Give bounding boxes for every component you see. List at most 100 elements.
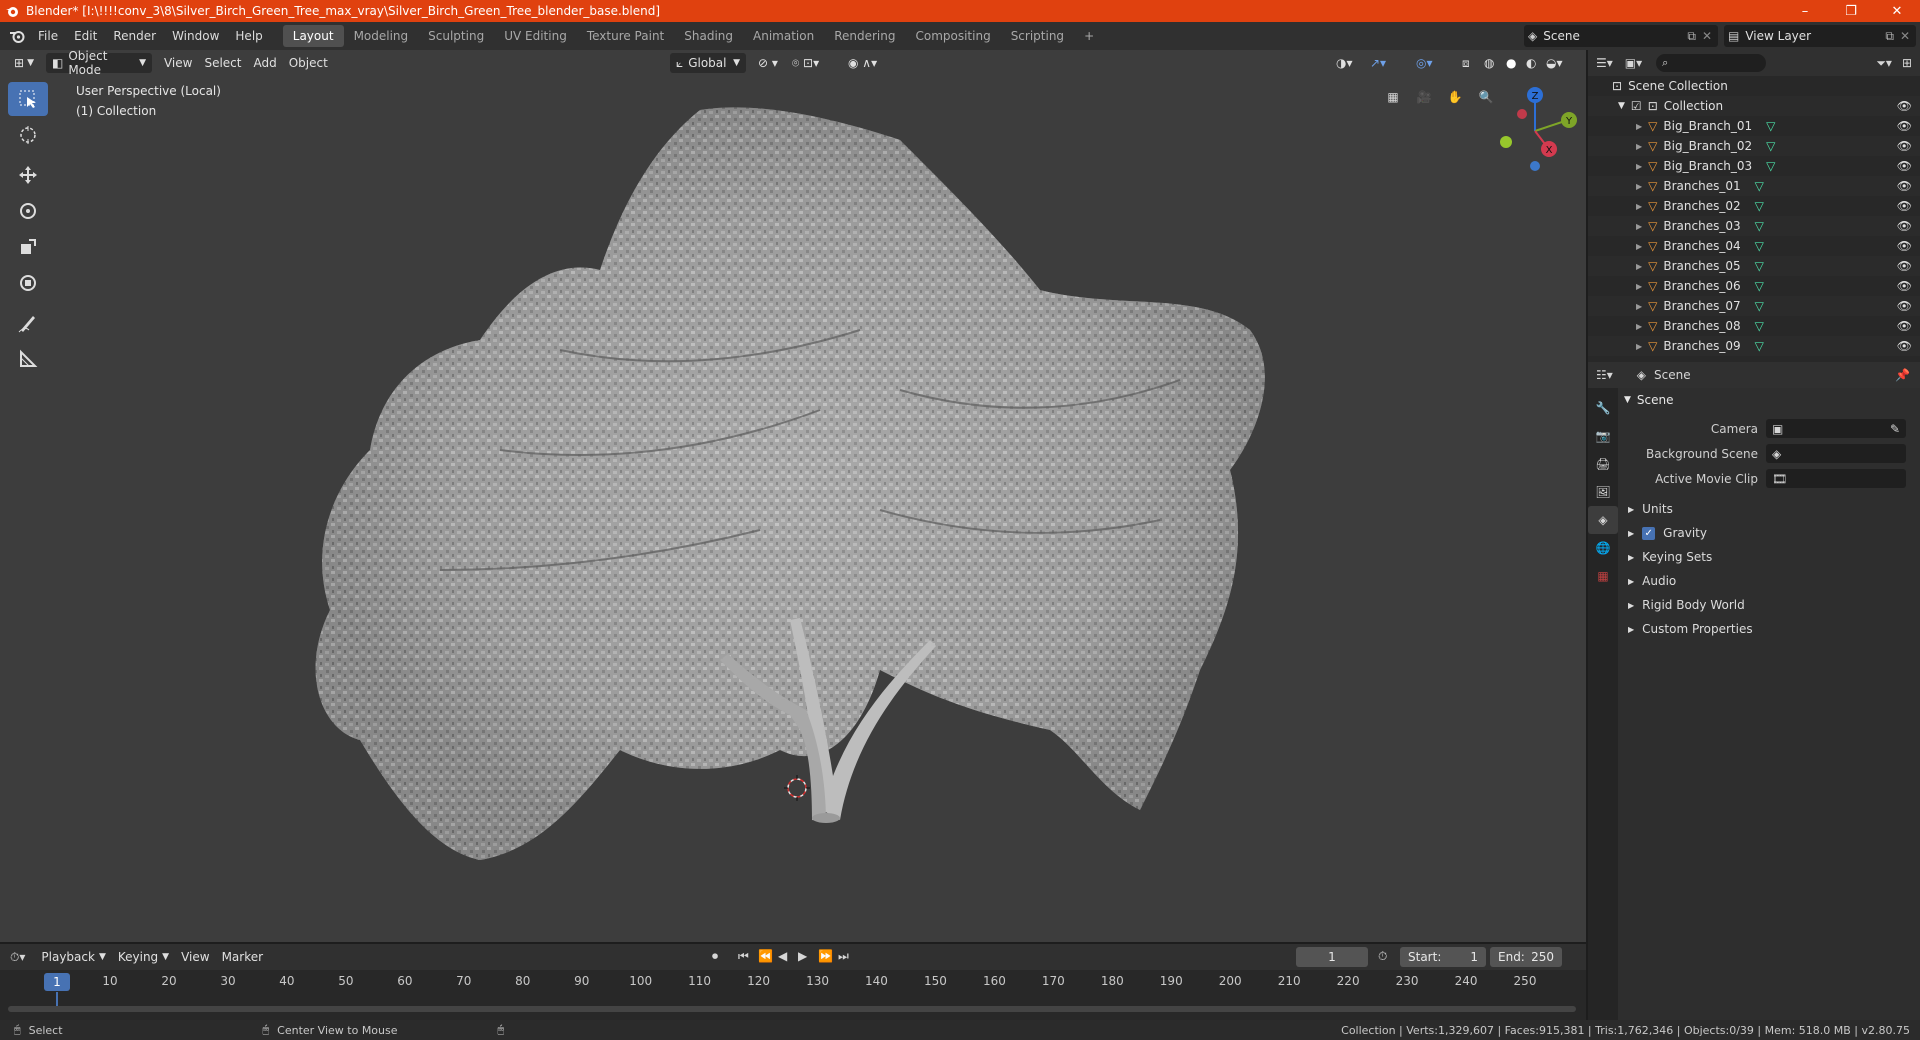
minimize-button[interactable]: – xyxy=(1782,0,1828,22)
marker-menu[interactable]: Marker xyxy=(216,947,269,967)
playback-menu[interactable]: Playback ▼ xyxy=(35,947,111,967)
timeline-ruler[interactable]: 1 10 20 30 40 50 60 70 80 90 100 110 120 130 140 150 160… xyxy=(0,970,1586,994)
mesh-data-icon[interactable]: ▽ xyxy=(1766,159,1775,173)
scene-panel-header[interactable]: ▼ Scene xyxy=(1618,388,1920,412)
eye-icon[interactable]: 👁 xyxy=(1897,139,1912,153)
outliner-object-row[interactable]: ▶ ▽ Branches_05 ▽ 👁 xyxy=(1588,256,1920,276)
current-frame-field[interactable]: 1 xyxy=(1296,947,1368,967)
new-collection-icon[interactable]: ⊞ xyxy=(1902,56,1912,70)
subpanel-header[interactable]: ▶ Custom Properties xyxy=(1618,617,1920,641)
subpanel-header[interactable]: ▶ Keying Sets xyxy=(1618,545,1920,569)
subpanel-header[interactable]: ▶ Rigid Body World xyxy=(1618,593,1920,617)
outliner-search-input[interactable]: ⌕ xyxy=(1656,54,1767,72)
outliner-object-row[interactable]: ▶ ▽ Big_Branch_03 ▽ 👁 xyxy=(1588,156,1920,176)
eye-icon[interactable]: 👁 xyxy=(1897,99,1912,113)
filter-icon[interactable]: ⏷▾ xyxy=(1876,56,1892,71)
expand-arrow-icon[interactable]: ▶ xyxy=(1636,162,1642,171)
timeline-scrollbar[interactable] xyxy=(8,1006,1576,1012)
outliner-object-row[interactable]: ▶ ▽ Branches_09 ▽ 👁 xyxy=(1588,336,1920,356)
eye-icon[interactable]: 👁 xyxy=(1897,319,1912,333)
jump-start-icon[interactable]: ⏮ xyxy=(738,949,749,964)
eye-icon[interactable]: 👁 xyxy=(1897,119,1912,133)
start-frame-field[interactable]: Start: 1 xyxy=(1400,947,1486,967)
keying-menu[interactable]: Keying ▼ xyxy=(112,947,175,967)
render-properties-tab-icon[interactable]: 📷 xyxy=(1588,422,1618,450)
tab-rendering[interactable]: Rendering xyxy=(824,25,905,47)
mesh-data-icon[interactable]: ▽ xyxy=(1766,119,1775,133)
expand-arrow-icon[interactable]: ▶ xyxy=(1636,342,1642,351)
eye-icon[interactable]: 👁 xyxy=(1897,179,1912,193)
outliner-object-row[interactable]: ▶ ▽ Branches_01 ▽ 👁 xyxy=(1588,176,1920,196)
view-layer-properties-tab-icon[interactable]: 🖼 xyxy=(1588,478,1618,506)
expand-arrow-icon[interactable]: ▶ xyxy=(1636,142,1642,151)
outliner-editor-type-icon[interactable]: ☰▾ xyxy=(1596,56,1613,70)
scene-collection-row[interactable]: ⊡ Scene Collection xyxy=(1588,76,1920,96)
properties-editor-type-icon[interactable]: ☷▾ xyxy=(1596,368,1613,382)
expand-arrow-icon[interactable]: ▶ xyxy=(1636,262,1642,271)
new-view-layer-icon[interactable]: ⧉ xyxy=(1885,29,1894,44)
3d-viewport[interactable]: ⊞ ▼ ◧ Object Mode ▼ View Select Add Objec… xyxy=(0,50,1586,942)
pin-icon[interactable]: 📌 xyxy=(1895,368,1910,382)
tab-uv-editing[interactable]: UV Editing xyxy=(494,25,577,47)
scene-properties-tab-icon[interactable]: ◈ xyxy=(1588,506,1618,534)
play-icon[interactable]: ▶ xyxy=(798,949,807,963)
navigation-gizmo[interactable]: Z Y X xyxy=(1490,86,1580,176)
remove-scene-icon[interactable]: ✕ xyxy=(1702,29,1712,43)
expand-arrow-icon[interactable]: ▶ xyxy=(1636,322,1642,331)
remove-view-layer-icon[interactable]: ✕ xyxy=(1900,29,1910,43)
menu-render[interactable]: Render xyxy=(105,25,164,47)
subpanel-header[interactable]: ▶ Audio xyxy=(1618,569,1920,593)
mesh-data-icon[interactable]: ▽ xyxy=(1755,319,1764,333)
tab-texture-paint[interactable]: Texture Paint xyxy=(577,25,674,47)
close-button[interactable]: ✕ xyxy=(1874,0,1920,22)
add-workspace-button[interactable]: + xyxy=(1074,25,1104,47)
expand-arrow-icon[interactable]: ▶ xyxy=(1636,242,1642,251)
mesh-data-icon[interactable]: ▽ xyxy=(1755,199,1764,213)
mesh-data-icon[interactable]: ▽ xyxy=(1755,299,1764,313)
active-movie-clip-field[interactable]: 🎞 xyxy=(1766,469,1906,488)
record-icon[interactable]: ⏺ xyxy=(712,949,718,964)
outliner-object-row[interactable]: ▶ ▽ Branches_03 ▽ 👁 xyxy=(1588,216,1920,236)
outliner-object-row[interactable]: ▶ ▽ Branches_08 ▽ 👁 xyxy=(1588,316,1920,336)
maximize-button[interactable]: ❐ xyxy=(1828,0,1874,22)
gravity-checkbox[interactable]: ✓ xyxy=(1642,526,1656,540)
current-frame-indicator[interactable]: 1 xyxy=(44,973,70,991)
expand-arrow-icon[interactable]: ▶ xyxy=(1636,222,1642,231)
display-mode-icon[interactable]: ▣▾ xyxy=(1625,56,1642,70)
view-layer-selector[interactable]: ▤ View Layer ⧉ ✕ xyxy=(1724,25,1916,47)
play-reverse-icon[interactable]: ◀ xyxy=(778,949,787,963)
mesh-data-icon[interactable]: ▽ xyxy=(1755,259,1764,273)
eye-icon[interactable]: 👁 xyxy=(1897,199,1912,213)
mesh-data-icon[interactable]: ▽ xyxy=(1755,179,1764,193)
toggle-grid-view-icon[interactable]: ▦ xyxy=(1380,84,1406,110)
expand-arrow-icon[interactable]: ▶ xyxy=(1636,202,1642,211)
outliner-object-row[interactable]: ▶ ▽ Branches_06 ▽ 👁 xyxy=(1588,276,1920,296)
mesh-data-icon[interactable]: ▽ xyxy=(1755,219,1764,233)
blender-logo-icon[interactable] xyxy=(4,22,30,50)
eye-icon[interactable]: 👁 xyxy=(1897,219,1912,233)
camera-field[interactable]: ▣ ✎ xyxy=(1766,419,1906,438)
timeline-editor-type-icon[interactable]: ⏱▾ xyxy=(10,950,25,965)
tab-shading[interactable]: Shading xyxy=(674,25,743,47)
eye-icon[interactable]: 👁 xyxy=(1897,339,1912,353)
world-properties-tab-icon[interactable]: 🌐 xyxy=(1588,534,1618,562)
tool-properties-tab-icon[interactable]: 🔧 xyxy=(1588,394,1618,422)
subpanel-header[interactable]: ▶ ✓ Gravity xyxy=(1618,521,1920,545)
timeline-view-menu[interactable]: View xyxy=(175,947,215,967)
jump-keyframe-back-icon[interactable]: ⏪ xyxy=(758,949,773,963)
checkbox-icon[interactable]: ☑ xyxy=(1631,99,1642,113)
mesh-data-icon[interactable]: ▽ xyxy=(1755,279,1764,293)
eye-icon[interactable]: 👁 xyxy=(1897,299,1912,313)
subpanel-header[interactable]: ▶ Units xyxy=(1618,497,1920,521)
expand-arrow-icon[interactable]: ▼ xyxy=(1618,101,1625,111)
texture-properties-tab-icon[interactable]: ▦ xyxy=(1588,562,1618,590)
menu-file[interactable]: File xyxy=(30,25,66,47)
outliner-object-row[interactable]: ▶ ▽ Branches_02 ▽ 👁 xyxy=(1588,196,1920,216)
jump-keyframe-forward-icon[interactable]: ⏩ xyxy=(818,949,833,963)
outliner-object-row[interactable]: ▶ ▽ Branches_07 ▽ 👁 xyxy=(1588,296,1920,316)
collection-row[interactable]: ▼ ☑ ⊡ Collection 👁 xyxy=(1588,96,1920,116)
tab-animation[interactable]: Animation xyxy=(743,25,824,47)
menu-help[interactable]: Help xyxy=(227,25,270,47)
eye-icon[interactable]: 👁 xyxy=(1897,259,1912,273)
playhead-line[interactable] xyxy=(56,992,58,1006)
